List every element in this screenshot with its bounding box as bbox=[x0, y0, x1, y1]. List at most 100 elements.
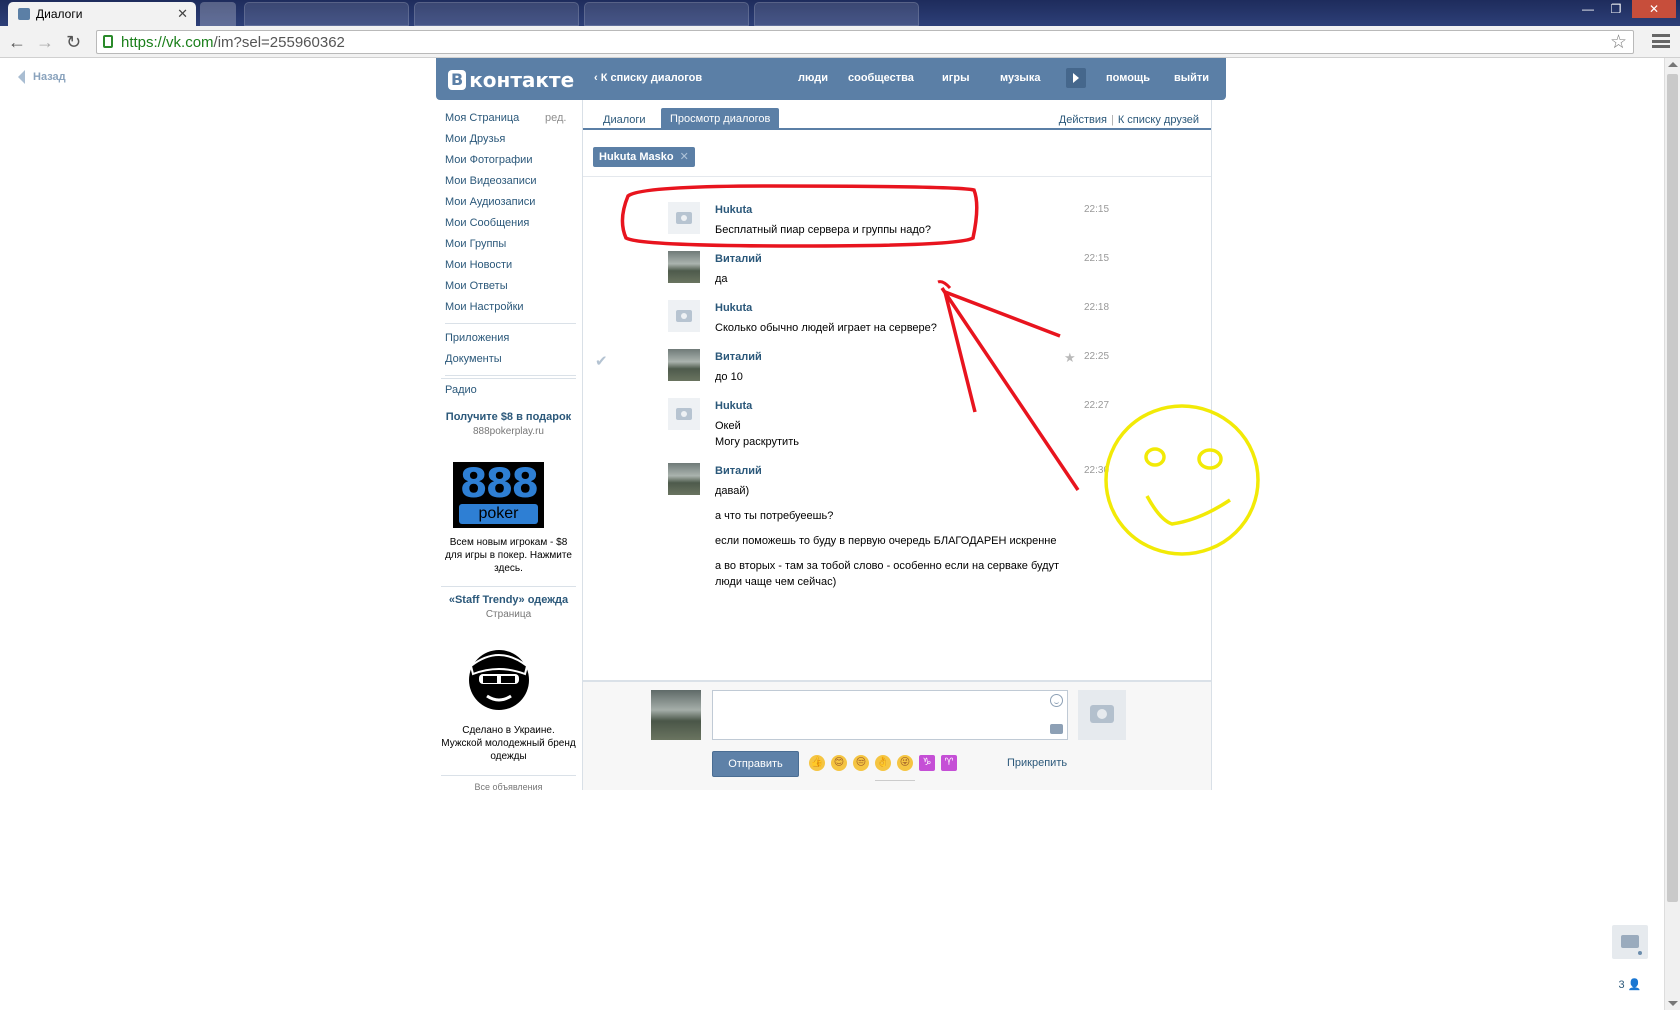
browser-tab[interactable] bbox=[244, 2, 409, 26]
message-author[interactable]: Виталий bbox=[715, 351, 762, 363]
browser-tab[interactable] bbox=[754, 2, 919, 26]
browser-tab-strip: Диалоги ✕ — ❐ ✕ bbox=[0, 0, 1680, 26]
top-actions: Действия | К списку друзей bbox=[1058, 114, 1199, 126]
camera-avatar-icon[interactable] bbox=[668, 398, 700, 430]
menu-radio[interactable]: Радио bbox=[445, 380, 576, 401]
ad-description[interactable]: Всем новым игрокам - $8 для игры в покер… bbox=[441, 536, 576, 575]
ad-staff[interactable]: «Staff Trendy» одежда Страница bbox=[441, 594, 576, 620]
user-avatar[interactable] bbox=[668, 251, 700, 283]
camera-avatar-icon[interactable] bbox=[668, 202, 700, 234]
emoji-smile-icon[interactable] bbox=[1050, 694, 1063, 707]
floating-camera-icon[interactable] bbox=[1612, 925, 1648, 959]
ad-staff-logo-image[interactable] bbox=[465, 644, 533, 712]
menu-videos[interactable]: Мои Видеозаписи bbox=[445, 171, 576, 192]
send-button[interactable]: Отправить bbox=[712, 751, 799, 777]
message-row[interactable]: Виталий 22:15 да bbox=[668, 251, 1110, 291]
chip-remove-icon[interactable]: ✕ bbox=[680, 151, 689, 163]
message-input[interactable] bbox=[712, 690, 1068, 740]
nav-games[interactable]: игры bbox=[942, 72, 969, 84]
nav-communities[interactable]: сообщества bbox=[848, 72, 914, 84]
message-row[interactable]: Hukuta 22:27 Окей Могу раскрутить bbox=[668, 398, 1109, 454]
aries-emoji-icon[interactable]: ♈ bbox=[941, 755, 957, 771]
attach-link[interactable]: Прикрепить bbox=[1007, 757, 1067, 769]
wink-tongue-emoji-icon[interactable]: 😜 bbox=[897, 755, 913, 771]
menu-messages[interactable]: Мои Сообщения bbox=[445, 213, 576, 234]
message-author[interactable]: Hukuta bbox=[715, 302, 752, 314]
history-divider bbox=[583, 176, 1211, 177]
back-link[interactable]: Назад bbox=[18, 70, 66, 84]
smile-emoji-icon[interactable]: 😊 bbox=[831, 755, 847, 771]
reload-icon[interactable]: ↻ bbox=[66, 32, 81, 52]
message-author[interactable]: Виталий bbox=[715, 253, 762, 265]
nav-people[interactable]: люди bbox=[798, 72, 828, 84]
bookmark-star-icon[interactable]: ☆ bbox=[1610, 31, 1627, 54]
edit-menu-link[interactable]: ред. bbox=[545, 108, 566, 129]
menu-news[interactable]: Мои Новости bbox=[445, 255, 576, 276]
menu-apps[interactable]: Приложения bbox=[445, 328, 576, 349]
all-ads-link[interactable]: Все объявления bbox=[441, 782, 576, 792]
message-author[interactable]: Hukuta bbox=[715, 400, 752, 412]
music-play-icon[interactable] bbox=[1066, 68, 1086, 88]
camera-avatar-icon[interactable] bbox=[668, 300, 700, 332]
person-icon: 👤 bbox=[1627, 979, 1642, 991]
resize-grip[interactable] bbox=[875, 780, 915, 781]
tab-close-icon[interactable]: ✕ bbox=[177, 6, 188, 22]
menu-answers[interactable]: Мои Ответы bbox=[445, 276, 576, 297]
ad-888poker-image[interactable]: 888 poker bbox=[453, 462, 544, 528]
browser-tab[interactable] bbox=[584, 2, 749, 26]
tab-view-dialogs[interactable]: Просмотр диалогов bbox=[661, 108, 780, 128]
menu-friends[interactable]: Мои Друзья bbox=[445, 129, 576, 150]
vk-logo[interactable]: Вконтакте bbox=[448, 68, 574, 92]
recipient-chip[interactable]: Hukuta Masko ✕ bbox=[593, 147, 695, 167]
message-text: Бесплатный пиар сервера и группы надо? bbox=[715, 224, 931, 236]
message-author[interactable]: Hukuta bbox=[715, 204, 752, 216]
ok-hand-emoji-icon[interactable]: 👌 bbox=[875, 755, 891, 771]
to-friends-link[interactable]: К списку друзей bbox=[1118, 114, 1199, 126]
attach-camera-icon[interactable] bbox=[1050, 724, 1063, 734]
nav-help[interactable]: помощь bbox=[1106, 72, 1150, 84]
online-friends-count[interactable]: 3 👤 bbox=[1612, 978, 1648, 991]
ad-poker[interactable]: Получите $8 в подарок 888pokerplay.ru bbox=[441, 411, 576, 437]
message-row[interactable]: ✔ Виталий ★ 22:25 до 10 bbox=[595, 349, 1109, 389]
forward-arrow-icon[interactable]: → bbox=[36, 32, 54, 52]
menu-groups[interactable]: Мои Группы bbox=[445, 234, 576, 255]
menu-settings[interactable]: Мои Настройки bbox=[445, 297, 576, 318]
address-bar[interactable]: https://vk.com/im?sel=255960362 ☆ bbox=[96, 30, 1634, 54]
star-icon[interactable]: ★ bbox=[1064, 350, 1076, 366]
thumbs-up-emoji-icon[interactable]: 👍 bbox=[809, 755, 825, 771]
browser-tab[interactable] bbox=[414, 2, 579, 26]
capricorn-emoji-icon[interactable]: ♑ bbox=[919, 755, 935, 771]
message-time: 22:15 bbox=[1084, 253, 1110, 264]
webcam-icon[interactable] bbox=[1078, 690, 1126, 740]
message-author[interactable]: Виталий bbox=[715, 465, 762, 477]
message-row[interactable]: Hukuta 22:15 Бесплатный пиар сервера и г… bbox=[668, 202, 1109, 242]
message-row[interactable]: Hukuta 22:18 Сколько обычно людей играет… bbox=[668, 300, 1109, 340]
browser-tab-active[interactable]: Диалоги ✕ bbox=[8, 2, 196, 26]
message-row[interactable]: Виталий 22:30 давай) а что ты потребуееш… bbox=[668, 463, 1109, 603]
unamused-emoji-icon[interactable]: 😒 bbox=[853, 755, 869, 771]
tab-dialogs[interactable]: Диалоги bbox=[603, 114, 646, 126]
nav-logout[interactable]: выйти bbox=[1174, 72, 1209, 84]
to-dialogs-link[interactable]: ‹ К списку диалогов bbox=[594, 72, 702, 84]
my-avatar[interactable] bbox=[651, 690, 701, 740]
menu-audio[interactable]: Мои Аудиозаписи bbox=[445, 192, 576, 213]
minimize-button[interactable]: — bbox=[1574, 0, 1602, 18]
browser-toolbar: ← → ↻ https://vk.com/im?sel=255960362 ☆ bbox=[0, 26, 1680, 58]
ads-divider bbox=[441, 586, 576, 587]
user-avatar[interactable] bbox=[668, 463, 700, 495]
maximize-button[interactable]: ❐ bbox=[1602, 0, 1630, 18]
user-avatar[interactable] bbox=[668, 349, 700, 381]
scroll-up-icon[interactable] bbox=[1668, 62, 1678, 67]
nav-music[interactable]: музыка bbox=[1000, 72, 1040, 84]
window-close-button[interactable]: ✕ bbox=[1632, 0, 1676, 18]
ad-description[interactable]: Сделано в Украине. Мужской молодежный бр… bbox=[441, 724, 576, 763]
scroll-down-icon[interactable] bbox=[1668, 1001, 1678, 1006]
menu-photos[interactable]: Мои Фотографии bbox=[445, 150, 576, 171]
page-scrollbar[interactable] bbox=[1664, 58, 1680, 1010]
new-tab-button[interactable] bbox=[200, 2, 236, 26]
scroll-thumb[interactable] bbox=[1667, 74, 1678, 902]
browser-menu-icon[interactable] bbox=[1652, 34, 1670, 48]
menu-docs[interactable]: Документы bbox=[445, 349, 576, 370]
back-arrow-icon[interactable]: ← bbox=[8, 32, 26, 52]
actions-link[interactable]: Действия bbox=[1059, 114, 1107, 126]
